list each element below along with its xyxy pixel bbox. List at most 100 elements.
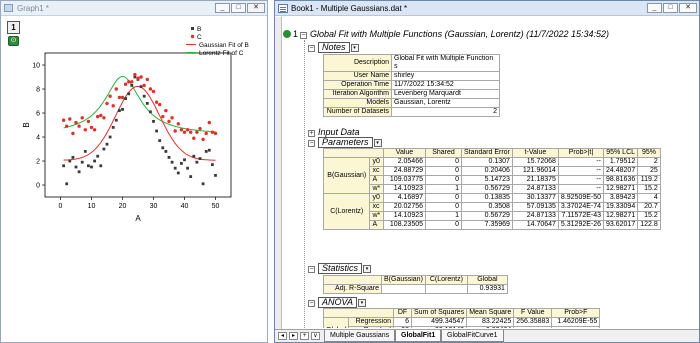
statistics-section-header[interactable]: − Statistics ▾ [308, 263, 372, 274]
maximize-button[interactable]: □ [231, 3, 246, 13]
series-c-point [89, 125, 94, 130]
series-b-point [145, 102, 149, 105]
anova-section-header[interactable]: − ANOVA ▾ [308, 297, 367, 308]
series-b-point [214, 174, 217, 177]
notes-key: Number of Datasets [323, 107, 392, 117]
parameters-section-header[interactable]: − Parameters ▾ [308, 137, 382, 148]
series-c-point [65, 124, 69, 128]
column-header: Prob>|t| [557, 148, 605, 158]
series-b-point [83, 150, 87, 153]
workbook-window[interactable]: Book1 - Multiple Gaussians.dat * _ □ ✕ 1… [274, 0, 700, 343]
series-c-point [154, 100, 159, 104]
anova-value: 0.32464 [466, 326, 515, 328]
close-button[interactable]: ✕ [247, 3, 265, 13]
collapse-toggle[interactable]: − [308, 300, 315, 307]
parameter-value: 0.1307 [461, 157, 513, 167]
parameter-value: 20.02756 [383, 202, 426, 212]
series-c-point [167, 119, 171, 124]
series-c-point [99, 113, 103, 118]
nav-next-button[interactable]: ▸ [289, 332, 298, 340]
dropdown-icon[interactable]: ▾ [350, 44, 359, 52]
column-header: Sum of Squares [410, 308, 468, 318]
series-b-point [152, 120, 155, 123]
parameter-value: 14.10923 [383, 184, 426, 194]
parameter-value: 119.2 [637, 175, 661, 185]
column-header: C(Lorentz) [424, 275, 468, 285]
series-c-point [145, 77, 149, 82]
series-c-point [164, 108, 168, 113]
parameter-value: 24.48207 [603, 166, 639, 176]
notes-value-line: Global Fit with Multiple Function [394, 55, 494, 63]
parameter-value: 25 [637, 166, 661, 176]
minimize-button[interactable]: _ [647, 3, 662, 13]
report-sheet[interactable]: 1− Global Fit with Multiple Functions (Ga… [283, 17, 699, 328]
dropdown-icon[interactable]: ▾ [358, 299, 367, 307]
series-c-point [74, 120, 78, 125]
add-sheet-button[interactable]: + [300, 332, 309, 340]
parameter-value: 30.13377 [511, 193, 559, 203]
notes-section-header[interactable]: − Notes ▾ [308, 42, 359, 53]
input-data-section-header[interactable]: + Input Data [308, 127, 360, 137]
notes-key: Operation Time [323, 80, 392, 90]
series-b-point [74, 165, 78, 169]
parameter-value: 8.92509E-50 [557, 193, 605, 203]
parameter-value: 5.31292E-26 [557, 220, 605, 230]
collapse-toggle[interactable]: − [308, 140, 315, 147]
nav-prev-button[interactable]: ◂ [278, 332, 287, 340]
x-tick-label: 20 [119, 203, 127, 210]
graph-window[interactable]: Graph1 * _ □ ✕ 1 ⊙ 0 10 20 30 40 50 0 2 4 6 8 10 A B B… [0, 0, 268, 343]
series-c-point [182, 130, 187, 134]
maximize-button[interactable]: □ [663, 3, 678, 13]
sheet-list-button[interactable]: ∨ [311, 332, 320, 340]
legend-label: Lorentz Fit of C [199, 50, 244, 57]
series-c-point [210, 130, 215, 134]
parameter-value: 4.16897 [383, 193, 426, 203]
anova-label: ANOVA [318, 297, 358, 308]
series-b-point [183, 158, 186, 162]
legend-label: Gaussian Fit of B [199, 42, 249, 49]
collapse-toggle[interactable]: − [308, 45, 315, 52]
graph-title-bar[interactable]: Graph1 * _ □ ✕ [1, 1, 267, 16]
parameters-header-row: Value Shared Standard Error t-Value Prob>|t|… [323, 148, 661, 158]
legend-label: B [197, 26, 201, 33]
tab-multiple-gaussians[interactable]: Multiple Gaussians [324, 330, 396, 342]
y-tick-label: 2 [36, 159, 40, 166]
workbook-title-bar[interactable]: Book1 - Multiple Gaussians.dat * _ □ ✕ [275, 1, 699, 16]
minimize-button[interactable]: _ [215, 3, 230, 13]
collapse-toggle[interactable]: − [308, 266, 315, 273]
series-b-point [155, 129, 158, 133]
tab-globalfitcurve1[interactable]: GlobalFitCurve1 [441, 330, 504, 342]
graph-app-icon [4, 4, 13, 12]
anova-source: Residual [348, 326, 394, 328]
close-button[interactable]: ✕ [679, 3, 697, 13]
dropdown-icon[interactable]: ▾ [373, 139, 382, 147]
report-main-title: 1− Global Fit with Multiple Functions (Ga… [283, 29, 609, 39]
parameter-name: w* [369, 184, 384, 194]
notes-row: Iteration Algorithm Levenberg Marquardt [323, 89, 500, 99]
fit-chart[interactable]: 0 10 20 30 40 500246810ABBCGaussian Fit of BL… [1, 17, 267, 227]
x-tick-label: 0 [59, 203, 63, 210]
series-b-point [167, 156, 171, 159]
series-b-point [105, 142, 109, 146]
collapse-toggle[interactable]: − [300, 32, 308, 39]
series-c-point [198, 126, 202, 131]
series-b-point [80, 160, 84, 164]
parameter-value: 108.23505 [383, 220, 426, 230]
parameter-row: xc 24.88729 0 0.20406 121.96014 -- 24.48207 25 [324, 166, 661, 176]
anova-value: 93 [393, 326, 412, 328]
parameter-group-label: B(Gaussian) [322, 157, 371, 194]
series-c-point [204, 131, 208, 136]
series-b-point [180, 162, 183, 165]
column-header: F Value [513, 308, 553, 318]
anova-value [551, 326, 601, 328]
series-b-point [68, 159, 72, 163]
dropdown-icon[interactable]: ▾ [363, 265, 372, 273]
parameter-value: 24.88729 [383, 166, 426, 176]
expand-toggle[interactable]: + [308, 130, 315, 137]
tab-globalfit1[interactable]: GlobalFit1 [395, 330, 442, 342]
series-c-point [92, 128, 97, 132]
parameter-value: 20.7 [637, 202, 661, 212]
series-b-point [173, 166, 177, 170]
notes-value: Gaussian, Lorentz [391, 98, 500, 108]
parameter-value: -- [557, 175, 605, 185]
